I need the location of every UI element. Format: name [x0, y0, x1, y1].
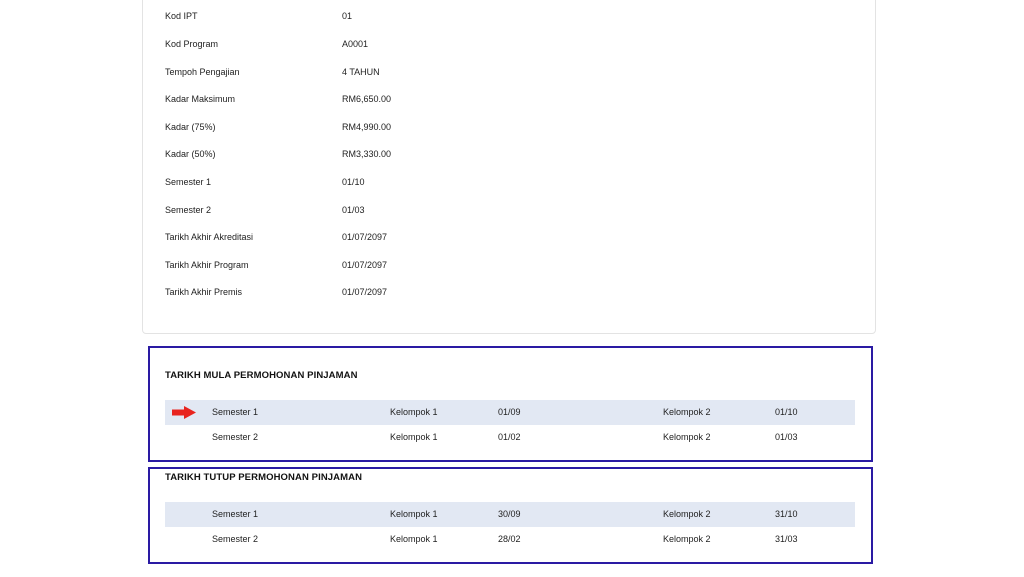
semester-cell: Semester 2: [212, 534, 259, 544]
red-right-arrow-icon: [172, 406, 196, 419]
info-label: Semester 1: [165, 177, 212, 187]
info-label: Tarikh Akhir Program: [165, 260, 249, 270]
date-cell: 30/09: [498, 509, 521, 519]
info-value: RM3,330.00: [342, 149, 392, 159]
date-cell: 01/02: [498, 432, 521, 442]
info-value: RM4,990.00: [342, 122, 392, 132]
group-cell: Kelompok 2: [663, 407, 711, 417]
program-info-card: Kod IPT 01 Kod Program A0001 Tempoh Peng…: [142, 0, 876, 334]
date-cell: 31/03: [775, 534, 798, 544]
table-row: Semester 1 Kelompok 1 30/09 Kelompok 2 3…: [165, 502, 855, 527]
info-value: 01/03: [342, 205, 365, 215]
info-label: Tarikh Akhir Premis: [165, 287, 243, 297]
table-row: Semester 1 Kelompok 1 01/09 Kelompok 2 0…: [165, 400, 855, 425]
info-label: Tarikh Akhir Akreditasi: [165, 232, 254, 242]
info-label: Kadar Maksimum: [165, 94, 236, 104]
info-value: 01/07/2097: [342, 232, 388, 242]
section-title: TARIKH MULA PERMOHONAN PINJAMAN: [165, 370, 358, 381]
info-label: Kadar (50%): [165, 149, 216, 159]
date-cell: 31/10: [775, 509, 798, 519]
open-dates-section: TARIKH MULA PERMOHONAN PINJAMAN Semester…: [148, 346, 873, 462]
table-row: Semester 2 Kelompok 1 28/02 Kelompok 2 3…: [165, 527, 855, 552]
info-label: Tempoh Pengajian: [165, 67, 240, 77]
info-label: Kod Program: [165, 39, 219, 49]
date-cell: 01/09: [498, 407, 521, 417]
close-dates-section: TARIKH TUTUP PERMOHONAN PINJAMAN Semeste…: [148, 467, 873, 564]
info-label: Semester 2: [165, 205, 212, 215]
group-cell: Kelompok 2: [663, 432, 711, 442]
info-value: 01/10: [342, 177, 365, 187]
group-cell: Kelompok 1: [390, 509, 438, 519]
group-cell: Kelompok 2: [663, 534, 711, 544]
info-value: 4 TAHUN: [342, 67, 380, 77]
info-label: Kadar (75%): [165, 122, 216, 132]
date-cell: 01/03: [775, 432, 798, 442]
info-value: 01/07/2097: [342, 260, 388, 270]
date-cell: 01/10: [775, 407, 798, 417]
group-cell: Kelompok 1: [390, 407, 438, 417]
info-value: A0001: [342, 39, 369, 49]
semester-cell: Semester 2: [212, 432, 259, 442]
group-cell: Kelompok 1: [390, 534, 438, 544]
info-value: 01/07/2097: [342, 287, 388, 297]
info-value: 01: [342, 11, 353, 21]
table-row: Semester 2 Kelompok 1 01/02 Kelompok 2 0…: [165, 425, 855, 450]
semester-cell: Semester 1: [212, 407, 259, 417]
group-cell: Kelompok 2: [663, 509, 711, 519]
semester-cell: Semester 1: [212, 509, 259, 519]
section-title: TARIKH TUTUP PERMOHONAN PINJAMAN: [165, 472, 363, 483]
info-label: Kod IPT: [165, 11, 198, 21]
date-cell: 28/02: [498, 534, 521, 544]
group-cell: Kelompok 1: [390, 432, 438, 442]
info-value: RM6,650.00: [342, 94, 392, 104]
